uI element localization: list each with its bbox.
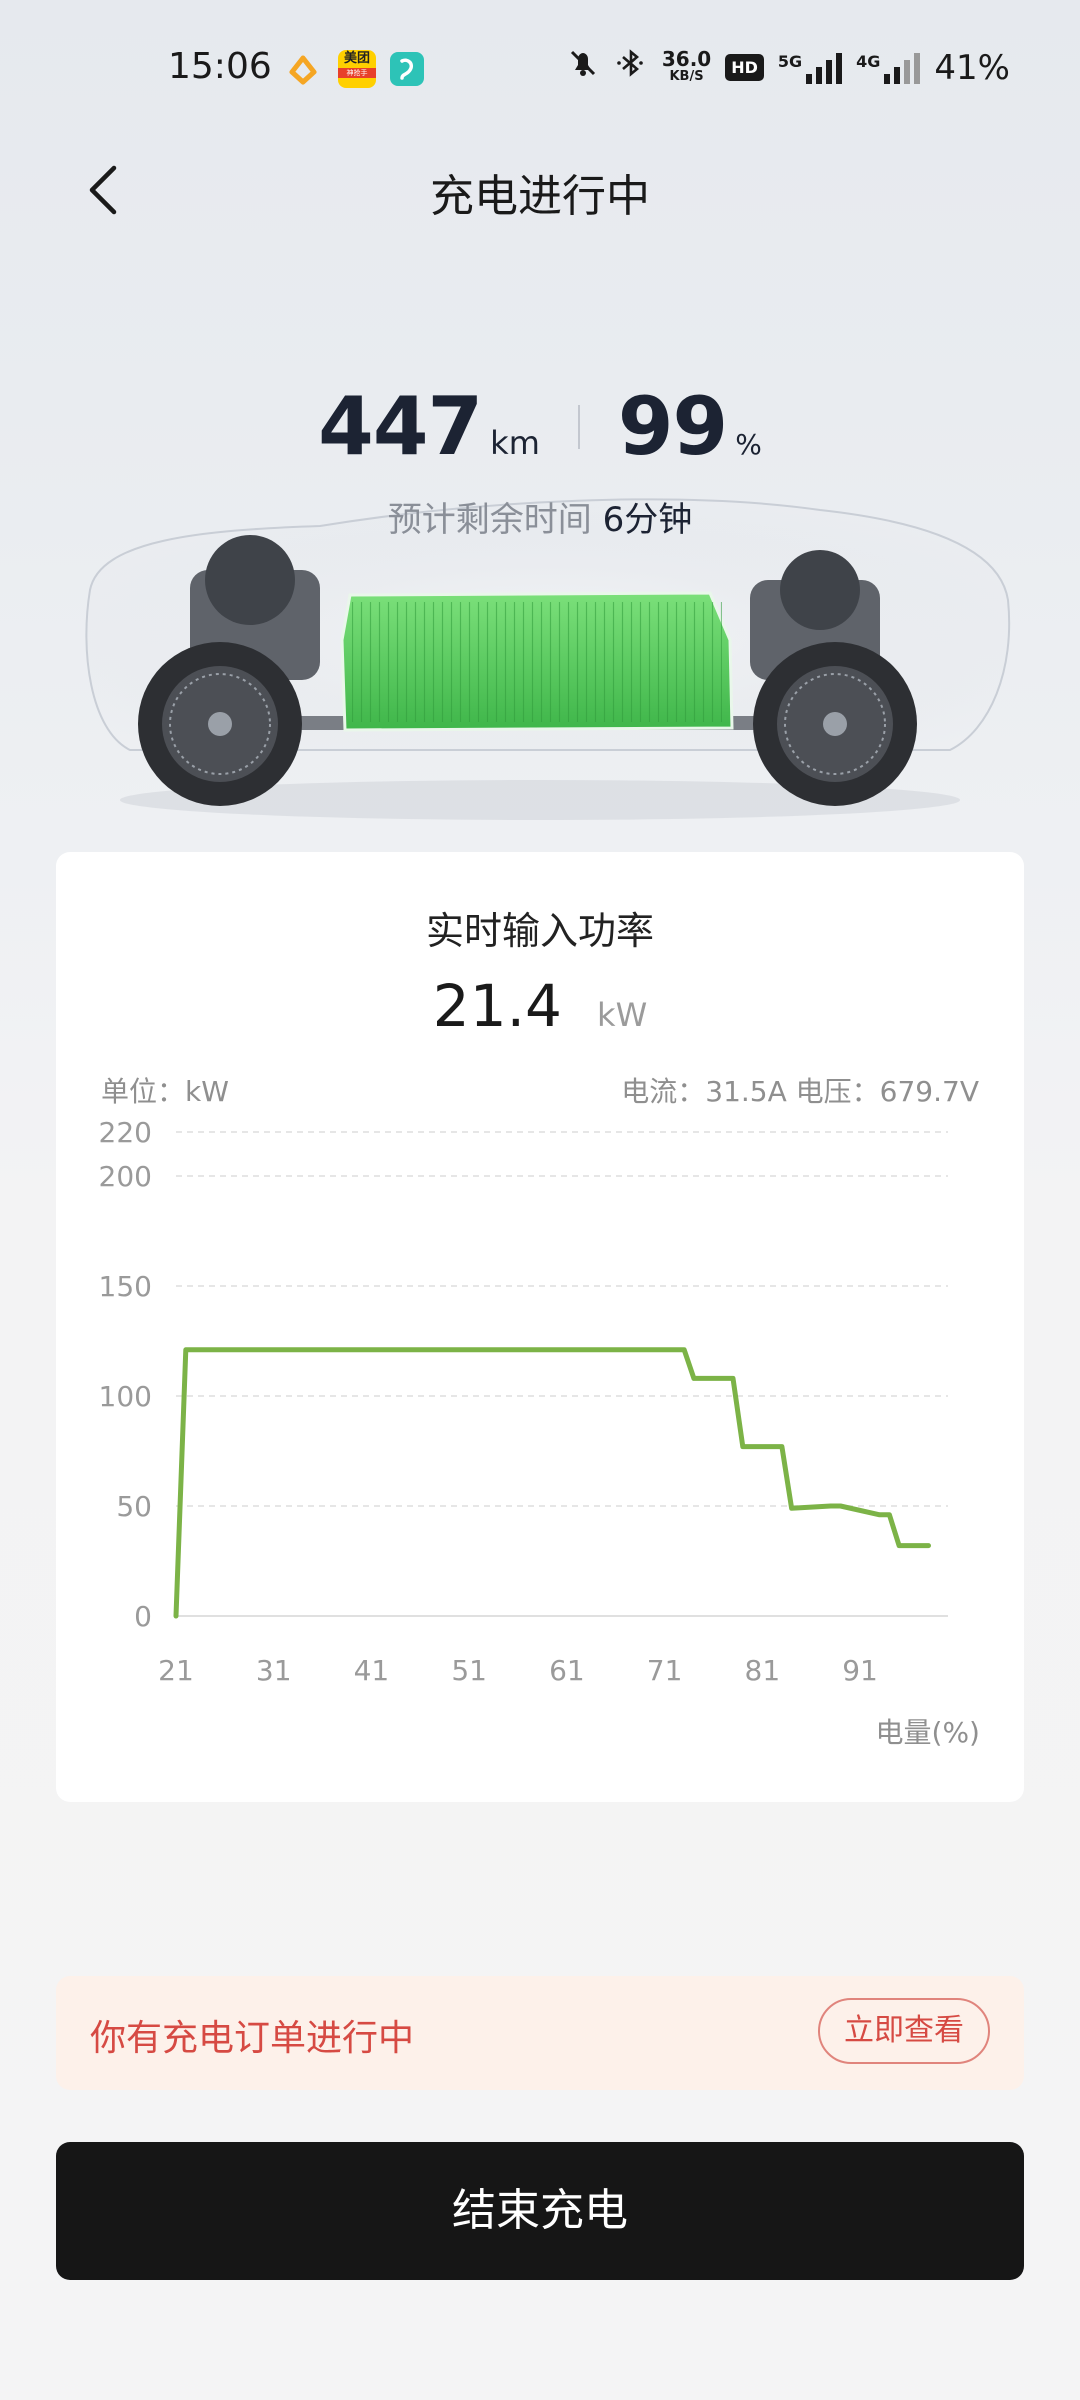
signal-5g-label: 5G — [777, 51, 803, 71]
rear-wheel — [753, 642, 917, 806]
range-unit: km — [490, 424, 540, 462]
signal-5g-icon: 5G — [777, 51, 843, 84]
view-order-button[interactable]: 立即查看 — [818, 1998, 990, 2064]
x-tick-label: 51 — [451, 1654, 487, 1687]
eta-value: 6分钟 — [602, 500, 693, 540]
x-tick-label: 41 — [354, 1654, 390, 1687]
signal-4g-icon: 4G — [856, 51, 921, 84]
y-tick-label: 0 — [134, 1600, 152, 1633]
y-tick-label: 200 — [99, 1160, 152, 1193]
front-wheel — [138, 642, 302, 806]
status-bar: 15:06 美团 神抢手 36.0 KB/S HD 5G 4G 41% — [0, 0, 1080, 140]
end-charging-button[interactable]: 结束充电 — [56, 2142, 1024, 2280]
y-tick-label: 220 — [99, 1116, 152, 1149]
meituan-label: 美团 — [343, 51, 370, 66]
meituan-icon: 美团 神抢手 — [338, 50, 376, 88]
x-axis-title: 电量(%) — [876, 1716, 980, 1749]
stats-divider — [577, 404, 580, 449]
x-tick-label: 31 — [256, 1654, 292, 1687]
meituan-sub: 神抢手 — [338, 68, 376, 78]
y-tick-label: 150 — [99, 1270, 152, 1303]
x-tick-label: 61 — [549, 1654, 585, 1687]
status-right: 36.0 KB/S HD 5G 4G 41% — [566, 46, 1010, 89]
y-tick-label: 100 — [99, 1380, 152, 1413]
mute-bell-icon — [566, 46, 600, 89]
signal-4g-label: 4G — [856, 51, 881, 71]
range-value: 447 — [318, 380, 483, 473]
order-banner-text: 你有充电订单进行中 — [90, 2018, 415, 2059]
range-soc-stats: 447 km 99 % — [0, 380, 1080, 473]
taobao-flash-icon — [286, 52, 320, 86]
soc-value: 99 — [617, 380, 728, 473]
x-tick-label: 81 — [745, 1654, 781, 1687]
soc-unit: % — [735, 428, 762, 461]
network-speed-value: 36.0 — [661, 46, 712, 71]
x-tick-label: 21 — [158, 1654, 194, 1687]
battery-percent: 41% — [934, 47, 1010, 88]
network-speed: 36.0 KB/S — [661, 46, 712, 85]
eta-row: 预计剩余时间 6分钟 — [0, 492, 1080, 541]
bluetooth-icon — [614, 46, 648, 89]
x-tick-label: 71 — [647, 1654, 683, 1687]
eta-label: 预计剩余时间 — [387, 500, 592, 540]
hd-badge: HD — [725, 54, 764, 81]
order-banner: 你有充电订单进行中 立即查看 — [56, 1976, 1024, 2090]
teal-app-icon — [390, 52, 424, 86]
status-time: 15:06 — [168, 46, 272, 87]
x-tick-label: 91 — [842, 1654, 878, 1687]
y-tick-label: 50 — [116, 1490, 152, 1523]
page-title: 充电进行中 — [430, 171, 650, 222]
power-line-chart: 0 50 100 150 200 220 21 31 41 51 61 71 81 91 电量(%) — [99, 1116, 980, 1749]
power-chart-card: 实时输入功率 21.4 kW 单位：kW 电流：31.5A 电压：679.7V … — [56, 852, 1024, 1802]
power-series-line — [173, 1347, 931, 1619]
